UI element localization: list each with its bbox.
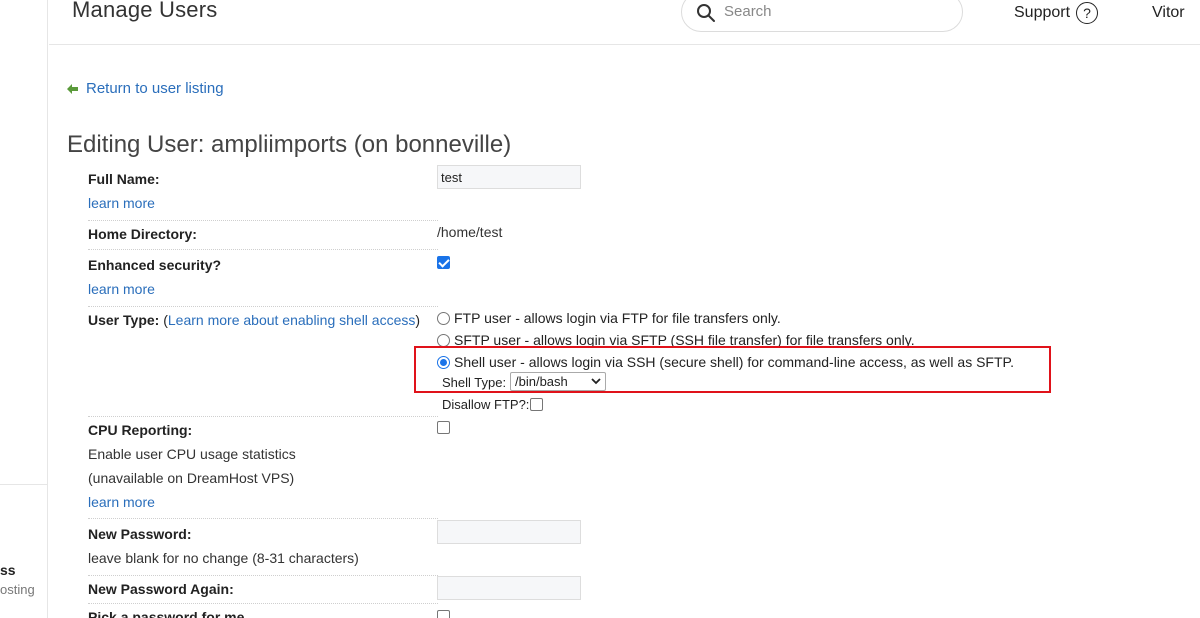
new-password-input[interactable]: [437, 520, 581, 544]
ftp-user-option-label: FTP user - allows login via FTP for file…: [454, 310, 781, 326]
shell-access-learn-more-link[interactable]: Learn more about enabling shell access: [168, 312, 416, 328]
disallow-ftp-label: Disallow FTP?:: [442, 397, 530, 412]
cpu-reporting-description: Enable user CPU usage statistics: [88, 446, 296, 462]
cpu-reporting-checkbox[interactable]: [437, 421, 450, 434]
ftp-user-radio[interactable]: [437, 311, 450, 325]
pick-password-label: Pick a password for me: [88, 609, 245, 618]
user-type-label: User Type:: [88, 312, 160, 328]
row-separator: [88, 518, 438, 519]
ftp-user-option[interactable]: FTP user - allows login via FTP for file…: [437, 310, 781, 326]
search-input[interactable]: [724, 3, 944, 20]
return-link-label: Return to user listing: [86, 80, 224, 97]
pick-password-checkbox[interactable]: [437, 610, 450, 618]
row-separator: [88, 220, 438, 221]
paren-close: ): [415, 312, 421, 328]
sidebar-nav-item-fragment[interactable]: ss: [0, 562, 16, 578]
home-directory-value: /home/test: [437, 224, 503, 240]
enhanced-security-label: Enhanced security?: [88, 257, 222, 273]
help-icon: ?: [1076, 2, 1099, 24]
support-label: Support: [1014, 4, 1071, 21]
new-password-label: New Password:: [88, 526, 192, 542]
search-icon: [697, 4, 715, 22]
support-link[interactable]: Support ?: [1014, 2, 1099, 24]
sidebar-divider: [0, 484, 48, 485]
return-to-user-listing-link[interactable]: Return to user listing: [67, 80, 224, 97]
cpu-reporting-label: CPU Reporting:: [88, 422, 193, 438]
enhanced-security-checkbox[interactable]: [437, 256, 450, 269]
row-separator: [88, 603, 438, 604]
enhanced-security-learn-more-link[interactable]: learn more: [88, 281, 155, 297]
shell-user-highlight-box: [414, 346, 1051, 393]
row-separator: [88, 306, 438, 307]
top-header: Manage Users Support ? Vitor: [49, 0, 1200, 45]
new-password-again-label: New Password Again:: [88, 581, 234, 597]
left-sidebar: [0, 0, 48, 618]
home-directory-label: Home Directory:: [88, 226, 197, 242]
search-box[interactable]: [681, 0, 963, 32]
row-separator: [88, 416, 438, 417]
cpu-reporting-learn-more-link[interactable]: learn more: [88, 494, 155, 510]
page-title: Manage Users: [72, 0, 218, 22]
full-name-label: Full Name:: [88, 171, 160, 187]
new-password-again-input[interactable]: [437, 576, 581, 600]
sidebar-nav-subtext-fragment: osting: [0, 582, 35, 597]
user-type-label-row: User Type: (Learn more about enabling sh…: [88, 312, 420, 328]
new-password-hint: leave blank for no change (8-31 characte…: [88, 550, 359, 566]
sftp-user-radio[interactable]: [437, 333, 450, 347]
edit-user-heading: Editing User: ampliimports (on bonnevill…: [67, 131, 512, 158]
full-name-input[interactable]: [437, 165, 581, 189]
full-name-learn-more-link[interactable]: learn more: [88, 195, 155, 211]
row-separator: [88, 575, 438, 576]
disallow-ftp-checkbox[interactable]: [530, 398, 543, 411]
user-menu[interactable]: Vitor: [1152, 4, 1185, 22]
back-arrow-icon: [67, 83, 78, 94]
row-separator: [88, 249, 438, 250]
cpu-reporting-note: (unavailable on DreamHost VPS): [88, 470, 295, 486]
